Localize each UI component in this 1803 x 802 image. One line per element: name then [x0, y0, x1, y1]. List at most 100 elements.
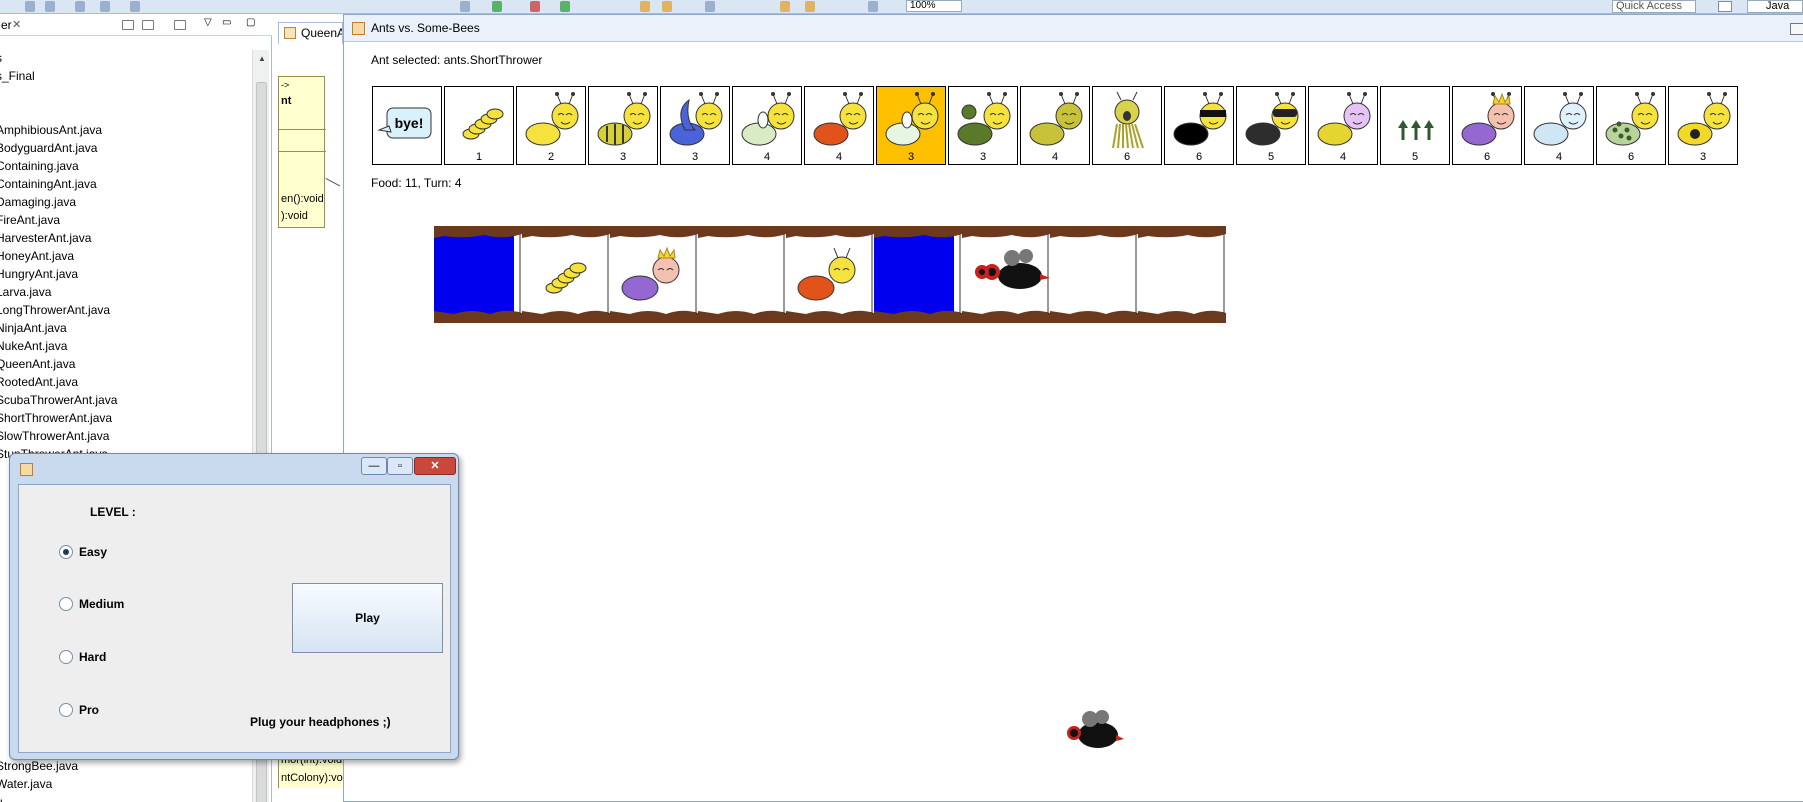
radio-easy[interactable]: [59, 545, 73, 559]
tree-item[interactable]: AmphibiousAnt.java: [0, 122, 102, 139]
ant-card-wall-ant[interactable]: 4: [1020, 86, 1090, 165]
tree-item[interactable]: BodyguardAnt.java: [0, 140, 97, 157]
zoom-combo[interactable]: 100%: [906, 0, 962, 12]
tunnel-tile-larva[interactable]: [522, 226, 610, 323]
tree-item[interactable]: s_Final: [0, 68, 35, 85]
minimize-button[interactable]: [1790, 23, 1803, 35]
collapse-all-icon[interactable]: [122, 20, 134, 30]
tree-item[interactable]: u: [0, 794, 3, 802]
tree-item[interactable]: LongThrowerAnt.java: [0, 302, 110, 319]
tree-item[interactable]: Water.java: [0, 776, 52, 793]
tree-item[interactable]: NukeAnt.java: [0, 338, 67, 355]
close-icon[interactable]: ✕: [12, 20, 21, 31]
game-titlebar[interactable]: Ants vs. Some-Bees: [344, 15, 1803, 42]
radio-hard[interactable]: [59, 650, 73, 664]
dialog-maximize-button[interactable]: ▫: [387, 457, 413, 475]
external-tools-icon[interactable]: [530, 1, 540, 12]
radio-medium-label[interactable]: Medium: [79, 597, 124, 611]
ant-card-rooted-ant[interactable]: 5: [1380, 86, 1450, 165]
radio-easy-label[interactable]: Easy: [79, 545, 107, 559]
tunnel-tile-empty[interactable]: [1138, 226, 1226, 323]
dialog-close-button[interactable]: ✕: [414, 457, 456, 475]
toolbar-icon[interactable]: [75, 1, 85, 12]
search-icon[interactable]: [25, 1, 35, 12]
tab-queen-ant[interactable]: QueenA: [278, 22, 343, 44]
toolbar-icon[interactable]: [100, 1, 110, 12]
dialog-minimize-button[interactable]: —: [361, 457, 387, 475]
ant-card-short-thrower-ant[interactable]: 3: [876, 86, 946, 165]
open-perspective-icon[interactable]: [1718, 1, 1732, 12]
tree-item[interactable]: QueenAnt.java: [0, 356, 75, 373]
ant-card-harvester-ant[interactable]: 2: [516, 86, 586, 165]
tree-item[interactable]: Larva.java: [0, 284, 51, 301]
tree-item[interactable]: SlowThrowerAnt.java: [0, 428, 109, 445]
tunnel-tile-fire[interactable]: [786, 226, 874, 323]
back-icon[interactable]: [780, 1, 790, 12]
tree-item[interactable]: Containing.java: [0, 158, 79, 175]
tree-item[interactable]: HungryAnt.java: [0, 266, 78, 283]
nuke-ant-icon: [1677, 92, 1731, 146]
tree-item[interactable]: FireAnt.java: [0, 212, 60, 229]
filter-icon[interactable]: [174, 20, 186, 30]
open-type-icon[interactable]: [662, 1, 672, 12]
tunnel-tile-empty[interactable]: [698, 226, 786, 323]
maximize-icon[interactable]: ▢: [246, 17, 258, 28]
quick-access-input[interactable]: Quick Access: [1612, 0, 1696, 13]
link-editor-icon[interactable]: [142, 20, 154, 30]
java-perspective-button[interactable]: Java: [1747, 0, 1803, 13]
ant-card-scuba-ant[interactable]: 3: [660, 86, 730, 165]
tunnel-tile-water[interactable]: [874, 226, 962, 323]
view-menu-icon[interactable]: ▽: [204, 17, 216, 28]
ant-card-thrower-ant[interactable]: 4: [732, 86, 802, 165]
uml-class-box[interactable]: -> nt en():void ):void: [278, 76, 326, 228]
ant-card-nuke-ant[interactable]: 3: [1668, 86, 1738, 165]
debug-icon[interactable]: [460, 1, 470, 12]
toolbar-icon[interactable]: [868, 1, 878, 12]
ant-card-bee-striped-ant[interactable]: 3: [588, 86, 658, 165]
ant-card-stun-ant[interactable]: 6: [1596, 86, 1666, 165]
tree-item[interactable]: RootedAnt.java: [0, 374, 78, 391]
ant-card-bye[interactable]: bye!: [372, 86, 442, 165]
radio-medium[interactable]: [59, 597, 73, 611]
toolbar-icon[interactable]: [130, 1, 140, 12]
ant-card-ninja-ant[interactable]: 6: [1164, 86, 1234, 165]
ant-card-long-thrower-ant[interactable]: 3: [948, 86, 1018, 165]
tree-item[interactable]: HoneyAnt.java: [0, 248, 74, 265]
tree-item[interactable]: ContainingAnt.java: [0, 176, 97, 193]
ant-card-fire-ant[interactable]: 4: [804, 86, 874, 165]
radio-pro-label[interactable]: Pro: [79, 703, 99, 717]
toolbar-icon[interactable]: [705, 1, 715, 12]
tree-item[interactable]: NinjaAnt.java: [0, 320, 67, 337]
stun-ant-icon: [1605, 92, 1659, 146]
tree-item[interactable]: StrongBee.java: [0, 758, 78, 775]
tree-item[interactable]: ScubaThrowerAnt.java: [0, 392, 117, 409]
ant-cost: 3: [1699, 151, 1707, 163]
tunnel-tile-queen[interactable]: [610, 226, 698, 323]
slow-ant-icon: [1533, 92, 1587, 146]
ant-card-slow-ant[interactable]: 4: [1524, 86, 1594, 165]
ant-card-queen-ant[interactable]: 6: [1452, 86, 1522, 165]
tree-item[interactable]: Damaging.java: [0, 194, 76, 211]
run-icon[interactable]: [492, 1, 502, 12]
open-folder-icon[interactable]: [640, 1, 650, 12]
ant-card-larva[interactable]: 1: [444, 86, 514, 165]
play-button[interactable]: Play: [292, 583, 443, 653]
dialog-titlebar[interactable]: — ▫ ✕: [10, 454, 458, 484]
ant-card-bodyguard-ant[interactable]: 5: [1236, 86, 1306, 165]
scroll-up-icon[interactable]: ▲: [258, 54, 266, 63]
radio-hard-label[interactable]: Hard: [79, 650, 106, 664]
radio-pro[interactable]: [59, 703, 73, 717]
tree-item[interactable]: HarvesterAnt.java: [0, 230, 91, 247]
ant-card-honey-ant[interactable]: 4: [1308, 86, 1378, 165]
ant-card-hungry-ant[interactable]: 6: [1092, 86, 1162, 165]
tunnel-tile-bees[interactable]: [962, 226, 1050, 323]
tunnel-tile-empty[interactable]: [1050, 226, 1138, 323]
level-dialog: — ▫ ✕ LEVEL : Easy Medium Hard Pro Play …: [9, 453, 459, 760]
tree-item[interactable]: ShortThrowerAnt.java: [0, 410, 112, 427]
toolbar-icon[interactable]: [45, 1, 55, 12]
tunnel-tile-water[interactable]: [434, 226, 522, 323]
tree-item[interactable]: s: [0, 50, 2, 67]
new-java-project-icon[interactable]: [560, 1, 570, 12]
minimize-icon[interactable]: ▭: [222, 17, 234, 28]
forward-icon[interactable]: [805, 1, 815, 12]
